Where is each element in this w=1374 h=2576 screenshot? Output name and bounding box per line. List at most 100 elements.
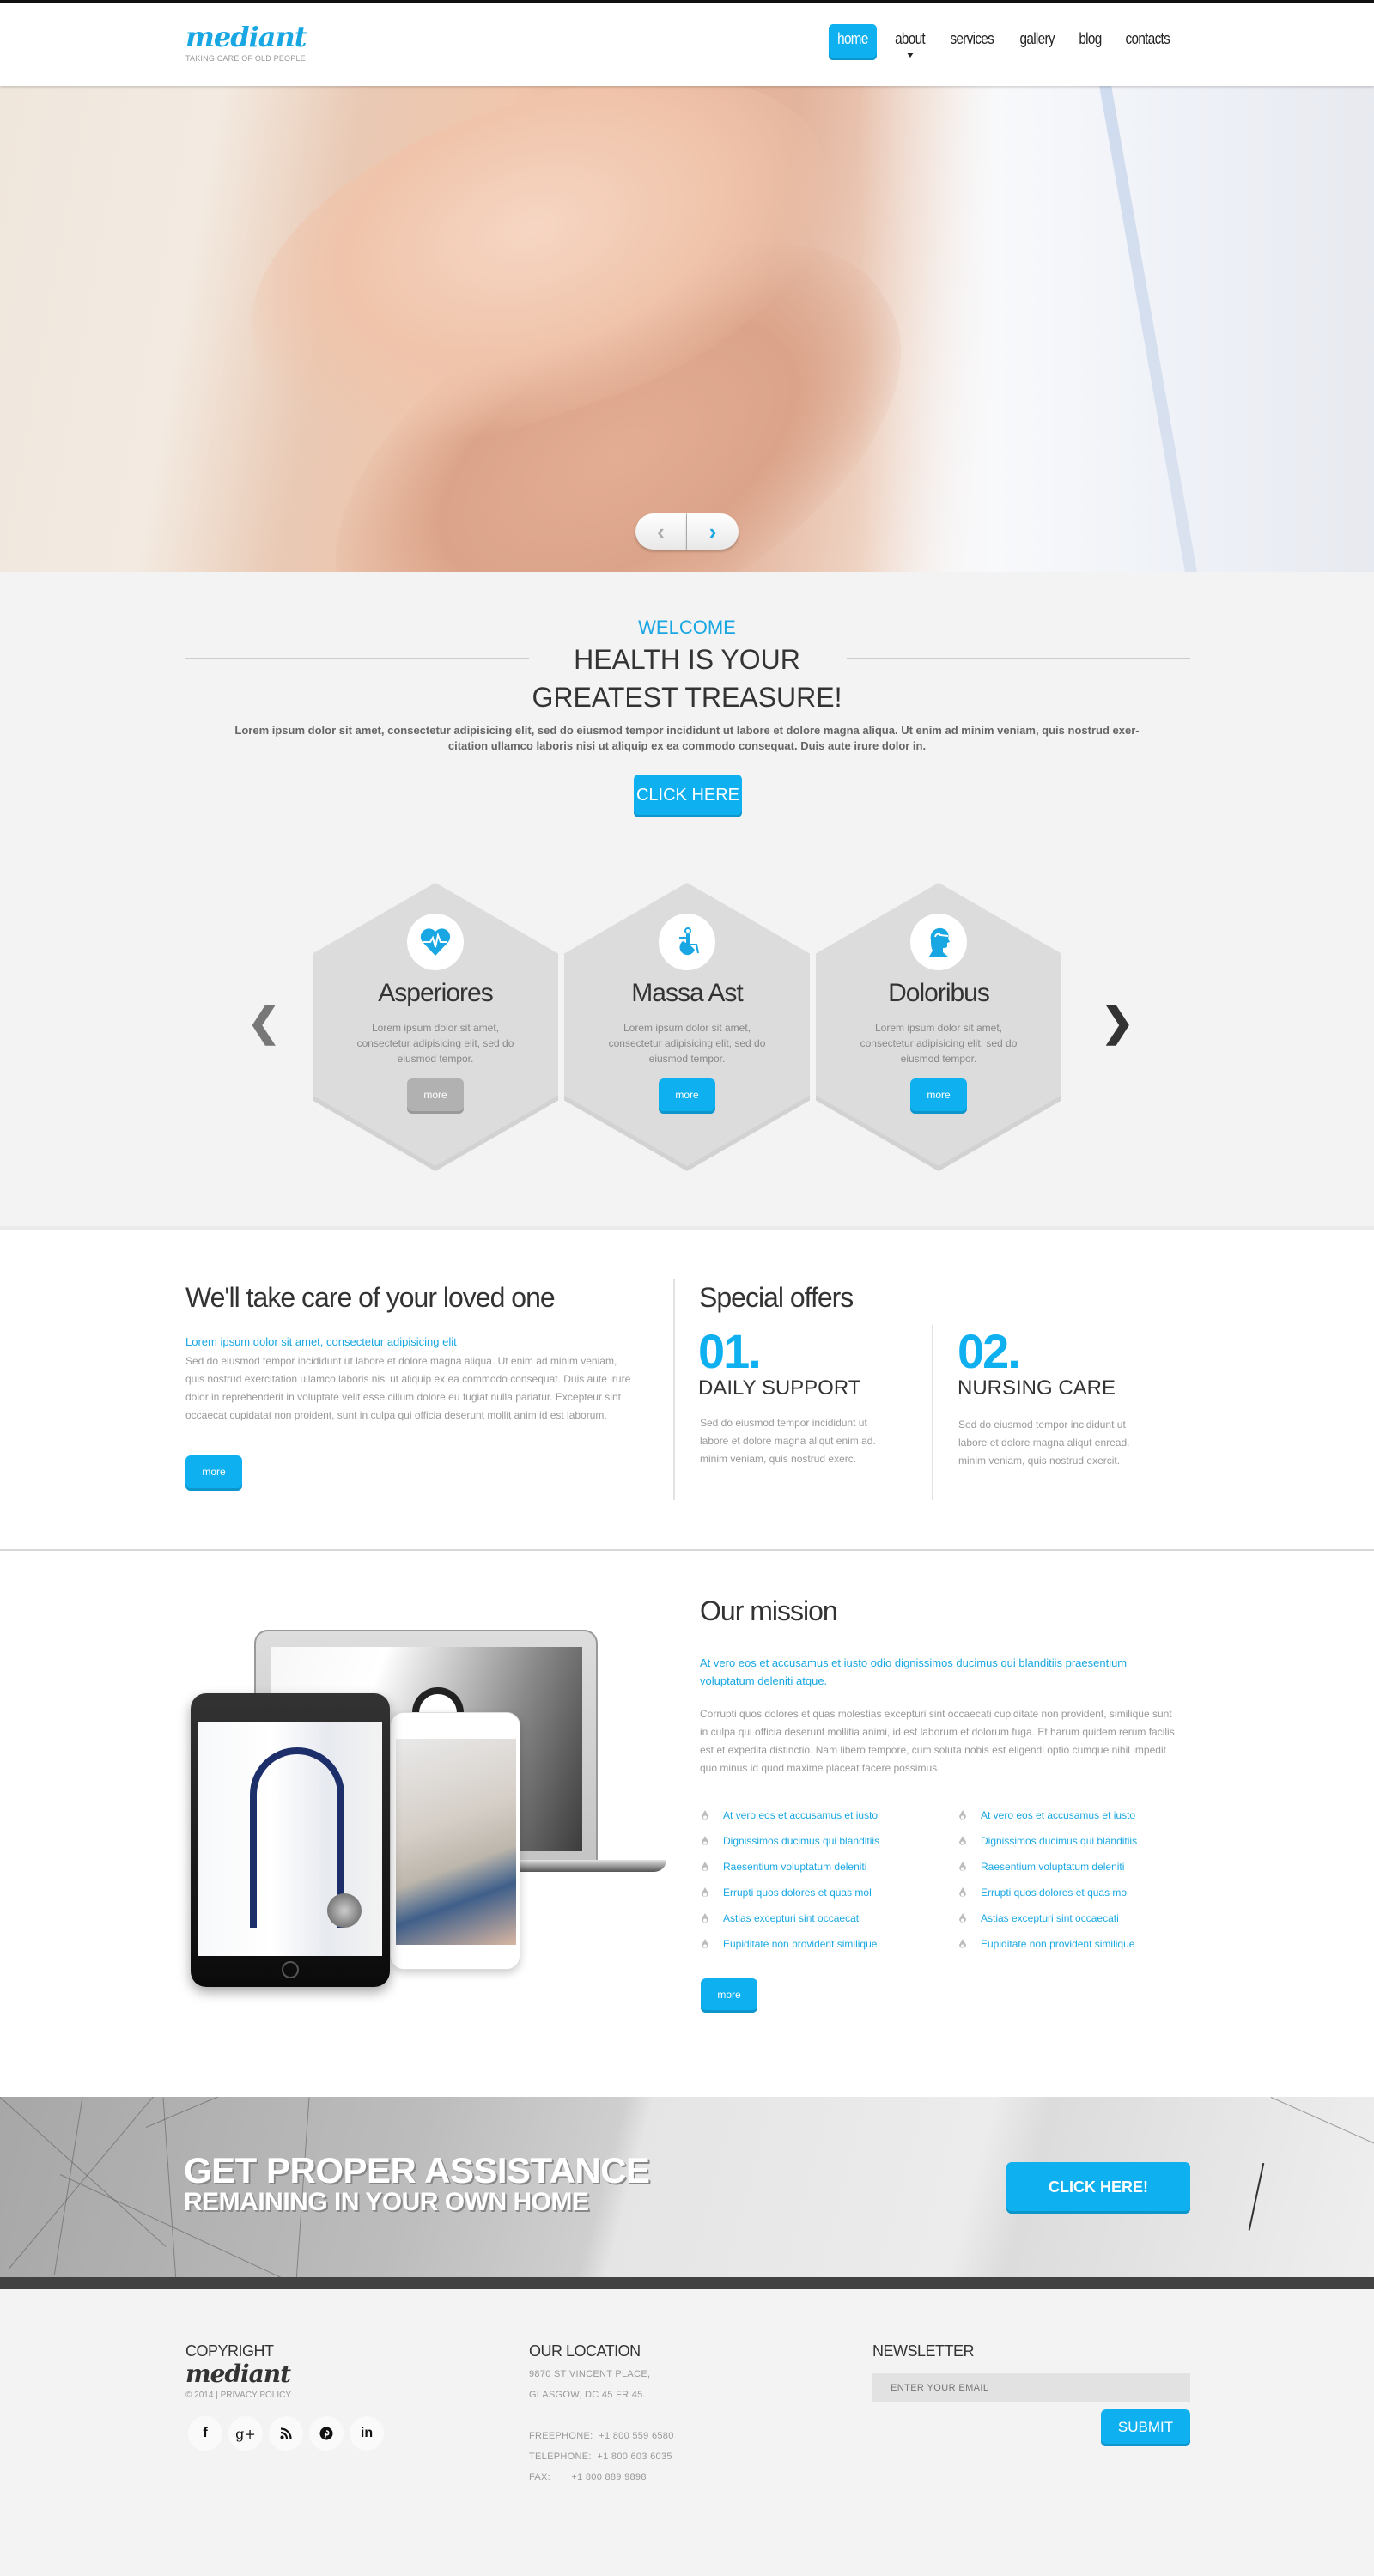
telephone-label: TELEPHONE:: [529, 2451, 592, 2462]
bg-line: [1270, 2097, 1374, 2168]
white-tablet-image: [390, 1712, 520, 1970]
nav-blog[interactable]: blog: [1073, 24, 1107, 60]
mission-list-text[interactable]: Raesentium voluptatum deleniti: [981, 1861, 1124, 1873]
caret-down-icon: [907, 53, 914, 58]
droplet-icon: [959, 1913, 966, 1923]
copyright-line: © 2014 | PRIVACY POLICY: [185, 2391, 291, 2400]
nav-about[interactable]: about: [890, 24, 931, 60]
cta-subtitle: REMAINING IN YOUR OWN HOME: [184, 2188, 589, 2216]
copyright-separator: |: [216, 2391, 218, 2400]
welcome-label: WELCOME: [638, 617, 736, 638]
click-here-button[interactable]: CLICK HERE: [634, 775, 742, 817]
service-card: Doloribus Lorem ipsum dolor sit amet, co…: [816, 883, 1061, 1166]
service-more-button[interactable]: more: [659, 1078, 715, 1114]
cta-click-here-button[interactable]: CLICK HERE!: [1006, 2162, 1190, 2214]
mission-list-item: At vero eos et accusamus et iusto: [701, 1808, 933, 1834]
mission-list-text[interactable]: Dignissimos ducimus qui blanditiis: [981, 1835, 1137, 1847]
black-tablet-image: [191, 1693, 390, 1987]
service-title: Asperiores: [378, 979, 493, 1007]
fax-label: FAX:: [529, 2472, 551, 2482]
telephone: TELEPHONE: +1 800 603 6035: [529, 2451, 672, 2462]
telephone-number[interactable]: +1 800 603 6035: [597, 2451, 672, 2462]
care-subtitle: Lorem ipsum dolor sit amet, consectetur …: [185, 1335, 457, 1348]
service-title: Massa Ast: [631, 979, 743, 1007]
mission-title: Our mission: [700, 1595, 838, 1626]
welcome-text: Lorem ipsum dolor sit amet, consectetur …: [234, 724, 1140, 752]
nav-gallery[interactable]: gallery: [1014, 24, 1061, 60]
mission-list-text[interactable]: At vero eos et accusamus et iusto: [723, 1809, 878, 1821]
mission-list-right: At vero eos et accusamus et iusto Digniss…: [958, 1808, 1190, 1963]
google-plus-icon[interactable]: g+: [228, 2416, 263, 2451]
droplet-icon: [959, 1939, 966, 1948]
droplet-icon: [702, 1810, 708, 1820]
mission-list-item: Raesentium voluptatum deleniti: [701, 1860, 933, 1886]
care-title: We'll take care of your loved one: [185, 1282, 556, 1313]
site-header: mediant TAKING CARE OF OLD PEOPLE home a…: [0, 3, 1374, 86]
mission-list-text[interactable]: Errupti quos dolores et quas mol: [723, 1886, 872, 1899]
mission-list-item: Raesentium voluptatum deleniti: [958, 1860, 1190, 1886]
tagline: TAKING CARE OF OLD PEOPLE: [185, 54, 306, 63]
nav-services[interactable]: services: [945, 24, 1000, 60]
droplet-icon: [702, 1913, 708, 1923]
newsletter-heading: NEWSLETTER: [872, 2342, 975, 2360]
offer-number: 02.: [958, 1324, 1021, 1378]
care-more-button[interactable]: more: [185, 1455, 242, 1491]
freephone-number[interactable]: +1 800 559 6580: [599, 2431, 673, 2441]
chevron-right-icon: ›: [708, 518, 717, 544]
service-title: Doloribus: [888, 979, 990, 1007]
linkedin-icon[interactable]: in: [350, 2416, 384, 2451]
footer-logo[interactable]: mediant: [185, 2360, 291, 2388]
nav-about-label: about: [895, 30, 926, 47]
fax: FAX: +1 800 889 9898: [529, 2472, 647, 2482]
offers-title: Special offers: [699, 1282, 854, 1313]
submit-button[interactable]: SUBMIT: [1101, 2409, 1190, 2446]
rss-icon[interactable]: [269, 2416, 303, 2451]
mission-list-text[interactable]: Eupiditate non provident similique: [723, 1938, 877, 1950]
mission-list-item: At vero eos et accusamus et iusto: [958, 1808, 1190, 1834]
chevron-left-icon: ‹: [657, 518, 665, 544]
service-more-button[interactable]: more: [910, 1078, 967, 1114]
logo[interactable]: mediant: [185, 21, 307, 53]
pinterest-icon[interactable]: [309, 2416, 344, 2451]
mission-list-item: Eupiditate non provident similique: [701, 1937, 933, 1963]
black-tablet-screen: [198, 1722, 382, 1956]
hero-slider: ‹ ›: [0, 86, 1374, 572]
mission-list-text[interactable]: Astias excepturi sint occaecati: [981, 1912, 1119, 1924]
copyright-heading: COPYRIGHT: [185, 2342, 274, 2360]
slider-next-button[interactable]: ›: [687, 513, 739, 550]
divider-right: [847, 658, 1190, 659]
mission-more-button[interactable]: more: [701, 1978, 757, 2013]
carousel-next-icon[interactable]: ❯: [1101, 999, 1134, 1045]
mission-list-text[interactable]: Eupiditate non provident similique: [981, 1938, 1134, 1950]
welcome-section: WELCOME HEALTH IS YOUR GREATEST TREASURE…: [0, 572, 1374, 1226]
address-line-2: GLASGOW, DC 45 FR 45.: [529, 2390, 646, 2400]
carousel-prev-icon[interactable]: ❮: [247, 999, 281, 1045]
bg-line: [162, 2097, 177, 2277]
tablet-home-button: [282, 1961, 299, 1978]
mission-list-item: Dignissimos ducimus qui blanditiis: [958, 1834, 1190, 1860]
mission-list-text[interactable]: Raesentium voluptatum deleniti: [723, 1861, 866, 1873]
droplet-icon: [959, 1887, 966, 1897]
bg-line: [0, 2097, 167, 2247]
mission-list-text[interactable]: Astias excepturi sint occaecati: [723, 1912, 861, 1924]
column-divider: [673, 1279, 675, 1500]
care-section: We'll take care of your loved one Lorem …: [0, 1226, 1374, 1551]
email-input[interactable]: [872, 2373, 1190, 2402]
mission-list-text[interactable]: Errupti quos dolores et quas mol: [981, 1886, 1129, 1899]
droplet-icon: [702, 1862, 708, 1871]
facebook-icon[interactable]: f: [188, 2416, 222, 2451]
mission-list-text[interactable]: Dignissimos ducimus qui blanditiis: [723, 1835, 879, 1847]
mission-list-left: At vero eos et accusamus et iusto Digniss…: [701, 1808, 933, 1963]
head-profile-icon: [910, 914, 967, 970]
site-footer: COPYRIGHT mediant © 2014 | PRIVACY POLIC…: [0, 2289, 1374, 2576]
service-more-button[interactable]: more: [407, 1078, 464, 1114]
mission-list-text[interactable]: At vero eos et accusamus et iusto: [981, 1809, 1135, 1821]
mission-text: Corrupti quos dolores et quas molestias …: [700, 1708, 1175, 1774]
service-card: Asperiores Lorem ipsum dolor sit amet, c…: [313, 883, 558, 1166]
slider-prev-button[interactable]: ‹: [635, 513, 687, 550]
nav-home[interactable]: home: [828, 24, 877, 60]
service-text: Lorem ipsum dolor sit amet, consectetur …: [608, 1022, 766, 1065]
nav-contacts[interactable]: contacts: [1120, 24, 1176, 60]
privacy-policy-link[interactable]: PRIVACY POLICY: [221, 2391, 291, 2400]
mission-list-item: Eupiditate non provident similique: [958, 1937, 1190, 1963]
